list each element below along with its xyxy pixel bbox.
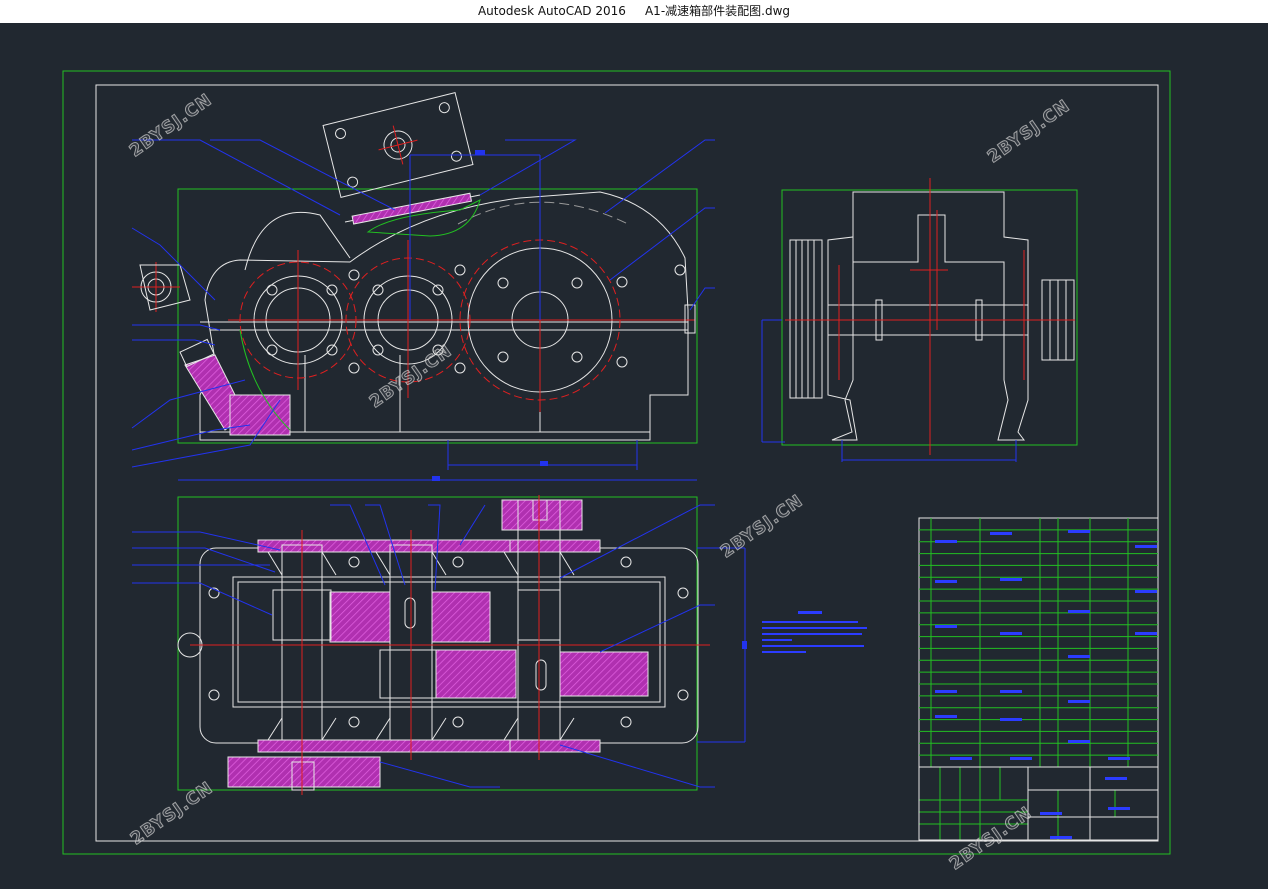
front-view [131, 92, 715, 481]
cad-drawing [62, 70, 1171, 855]
outer-frame [62, 70, 1171, 855]
top-view [132, 495, 747, 795]
inspection-cover [322, 92, 474, 198]
notes-text-lines [762, 611, 867, 653]
file-title: A1-减速箱部件装配图.dwg [644, 4, 791, 18]
window-title-bar: Autodesk AutoCAD 2016 A1-减速箱部件装配图.dwg [0, 0, 1268, 23]
drawing-canvas[interactable]: 2BYSJ.CN 2BYSJ.CN 2BYSJ.CN 2BYSJ.CN 2BYS… [0, 23, 1268, 889]
inner-frame [95, 84, 1159, 842]
app-title: Autodesk AutoCAD 2016 [477, 4, 626, 18]
side-view [761, 178, 1078, 462]
title-block [918, 517, 1159, 841]
